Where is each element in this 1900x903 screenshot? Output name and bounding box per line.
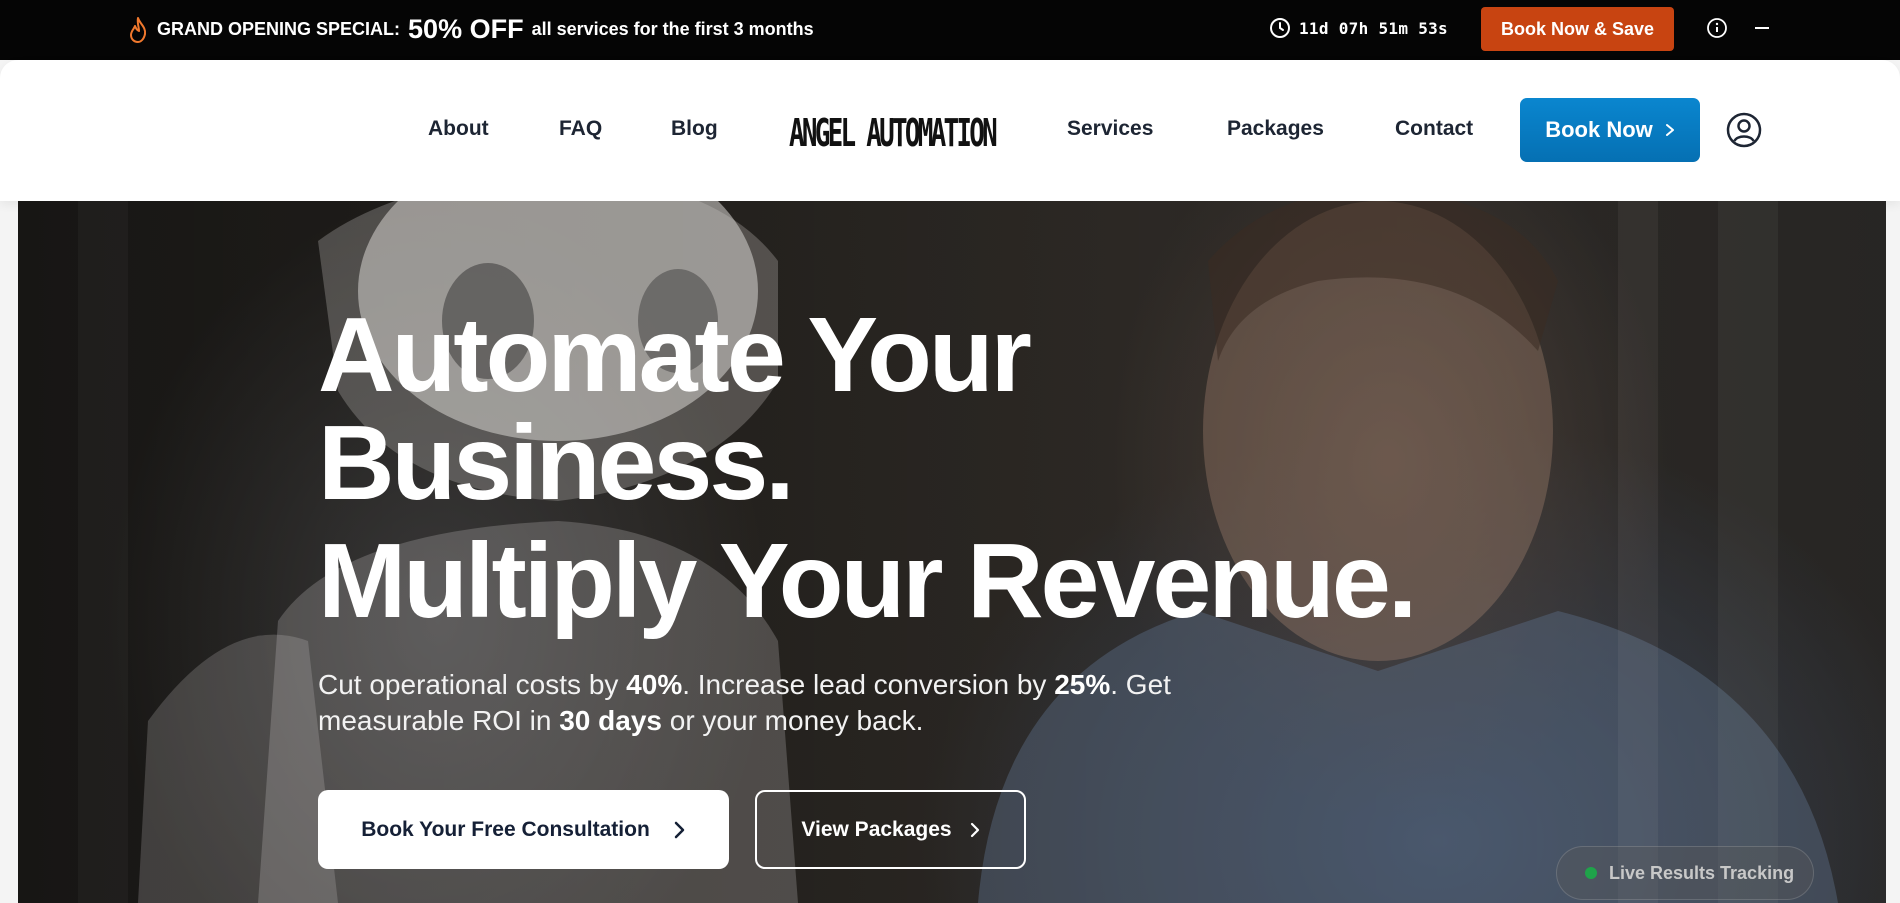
view-packages-label: View Packages	[801, 817, 952, 841]
site-header: About FAQ Blog ANGEL AUTOMATION Services…	[0, 60, 1900, 201]
promo-message: GRAND OPENING SPECIAL: 50% OFF all servi…	[127, 14, 814, 45]
headline-line-3: Multiply Your Revenue.	[318, 522, 1417, 640]
nav-packages[interactable]: Packages	[1227, 117, 1324, 141]
nav-services[interactable]: Services	[1067, 117, 1153, 141]
book-now-label: Book Now	[1545, 117, 1653, 142]
chevron-right-icon	[970, 822, 979, 837]
logo[interactable]: ANGEL AUTOMATION	[786, 106, 998, 156]
sub-text-4: or your money back.	[661, 705, 924, 736]
promo-description: all services for the first 3 months	[531, 19, 814, 39]
hero-subtext: Cut operational costs by 40%. Increase l…	[318, 667, 1278, 739]
clock-icon	[1270, 18, 1290, 38]
countdown-timer: 11d 07h 51m 53s	[1269, 17, 1448, 39]
nav-blog[interactable]: Blog	[671, 117, 718, 141]
book-now-save-button[interactable]: Book Now & Save	[1481, 7, 1674, 51]
sub-stat-conversion: 25%	[1054, 669, 1111, 700]
promo-discount: 50% OFF	[408, 14, 524, 44]
live-results-label: Live Results Tracking	[1609, 862, 1795, 883]
hero-headline: Automate Your Business. Multiply Your Re…	[318, 296, 1417, 640]
flame-icon	[130, 16, 147, 43]
status-dot-icon	[1585, 867, 1597, 879]
info-icon[interactable]	[1706, 17, 1728, 39]
view-packages-button[interactable]: View Packages	[755, 790, 1026, 869]
live-results-badge[interactable]: Live Results Tracking	[1556, 846, 1814, 900]
free-consultation-button[interactable]: Book Your Free Consultation	[318, 790, 729, 869]
nav-contact[interactable]: Contact	[1395, 117, 1473, 141]
sub-stat-roi: 30 days	[559, 705, 662, 736]
headline-line-1: Automate Your	[318, 296, 1032, 414]
logo-text: ANGEL AUTOMATION	[789, 111, 996, 155]
sub-text-1: Cut operational costs by	[318, 669, 627, 700]
chevron-right-icon	[1665, 124, 1674, 136]
free-consultation-label: Book Your Free Consultation	[361, 817, 650, 841]
promo-label: GRAND OPENING SPECIAL:	[157, 19, 401, 39]
chevron-right-icon	[674, 821, 685, 838]
promo-bar: GRAND OPENING SPECIAL: 50% OFF all servi…	[0, 0, 1900, 60]
nav-about[interactable]: About	[428, 117, 489, 141]
sub-stat-cost: 40%	[626, 669, 683, 700]
user-account-icon[interactable]	[1726, 112, 1762, 148]
minimize-icon[interactable]	[1753, 17, 1771, 39]
sub-text-2: . Increase lead conversion by	[682, 669, 1055, 700]
hero-section: Automate Your Business. Multiply Your Re…	[18, 201, 1886, 903]
headline-line-2: Business.	[318, 404, 795, 522]
nav-faq[interactable]: FAQ	[559, 117, 602, 141]
book-now-button[interactable]: Book Now	[1520, 98, 1700, 162]
countdown-text: 11d 07h 51m 53s	[1299, 18, 1448, 38]
